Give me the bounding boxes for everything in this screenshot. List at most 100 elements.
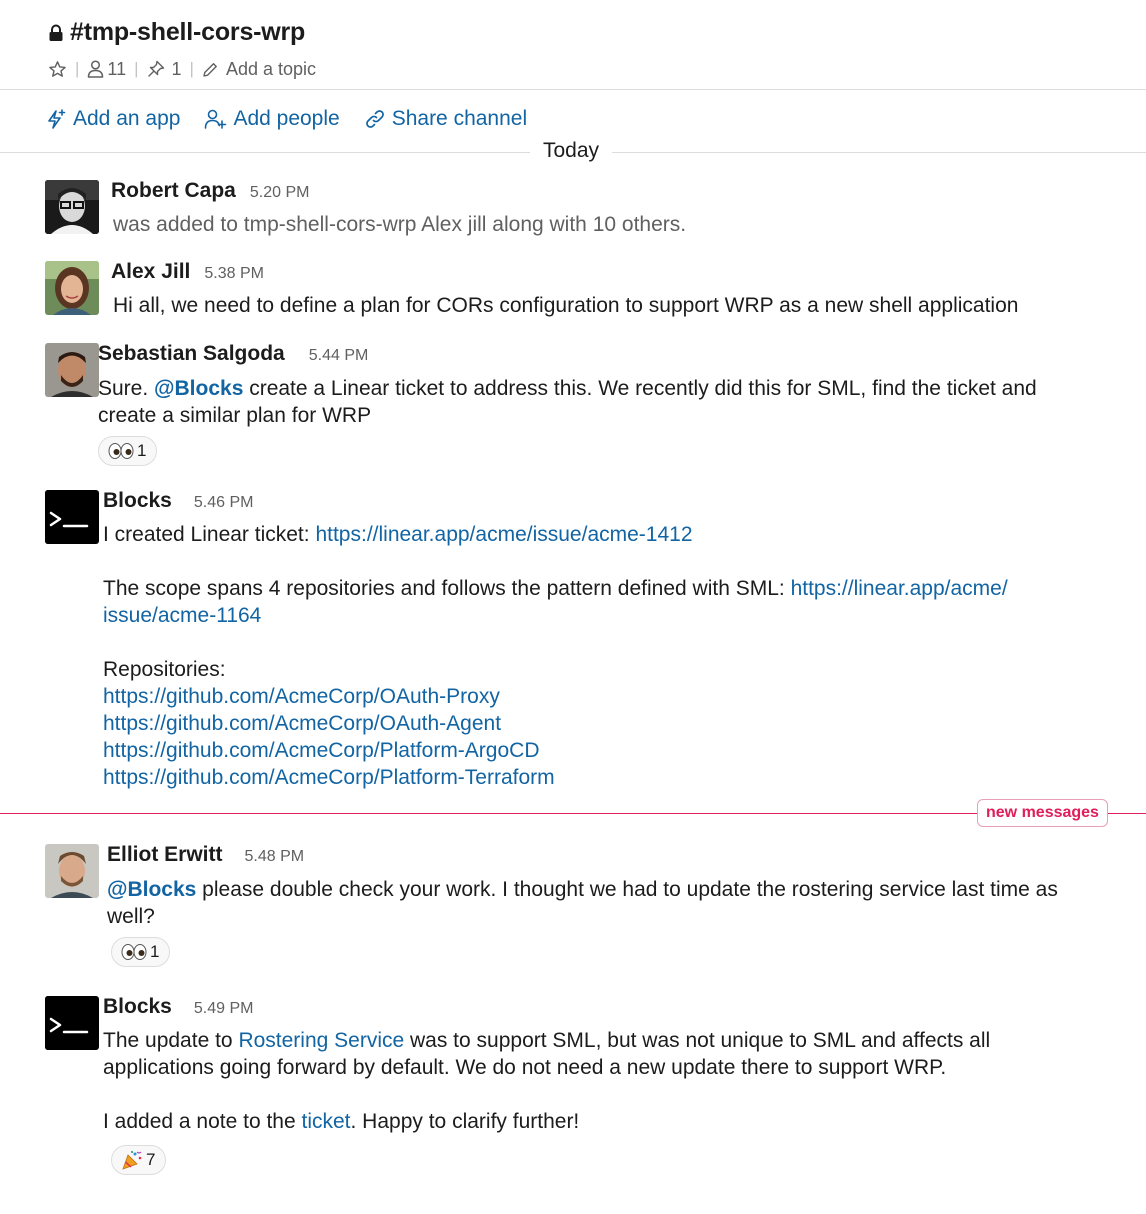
meta-separator: | (134, 59, 139, 78)
pin-icon (147, 60, 164, 77)
message-text: was added to tmp-shell-cors-wrp Alex jil… (113, 213, 687, 236)
message-author[interactable]: Blocks (103, 995, 172, 1019)
link-icon (365, 110, 384, 128)
new-messages-badge[interactable]: new messages (977, 799, 1108, 827)
channel-header: #tmp-shell-cors-wrp | 11 | 1 | Add a top… (0, 0, 1146, 90)
day-divider-label[interactable]: Today (530, 139, 613, 163)
message-timestamp[interactable]: 5.48 PM (245, 848, 305, 866)
avatar-alex-jill-image (45, 261, 99, 315)
mention-blocks[interactable]: @Blocks (107, 878, 196, 901)
repo-link[interactable]: https://github.com/AcmeCorp/Platform-Arg… (103, 737, 1093, 764)
meta-separator: | (189, 59, 194, 78)
avatar-robert-capa-image (45, 180, 99, 234)
add-app-label: Add an app (73, 107, 181, 130)
new-messages-divider (0, 813, 1146, 814)
avatar[interactable] (45, 261, 99, 315)
mention-blocks[interactable]: @Blocks (154, 377, 243, 400)
lock-icon (49, 24, 63, 41)
message-timestamp[interactable]: 5.46 PM (194, 494, 254, 512)
message-timestamp[interactable]: 5.44 PM (309, 347, 369, 365)
message-text-segment: please double check your work. I thought… (107, 878, 1058, 928)
add-topic-label: Add a topic (225, 58, 317, 79)
repo-link[interactable]: https://github.com/AcmeCorp/OAuth-Agent (103, 710, 1093, 737)
avatar[interactable] (45, 180, 99, 234)
message-paragraph: The scope spans 4 repositories and follo… (103, 575, 1093, 629)
pins-count: 1 (171, 58, 182, 79)
message-paragraph: The update to Rostering Service was to s… (103, 1027, 1093, 1081)
avatar-elliot-erwitt-image (45, 844, 99, 898)
share-channel-label: Share channel (391, 107, 528, 130)
repo-link[interactable]: https://github.com/AcmeCorp/OAuth-Proxy (103, 683, 1093, 710)
message-timestamp[interactable]: 5.38 PM (204, 265, 264, 283)
avatar[interactable] (45, 490, 99, 544)
eyes-emoji (108, 442, 134, 460)
reaction-pill[interactable]: 1 (98, 436, 158, 466)
repo-link[interactable]: https://github.com/AcmeCorp/Platform-Ter… (103, 764, 1093, 791)
message-paragraph: I created Linear ticket: https://linear.… (103, 521, 1093, 548)
reaction-pill[interactable]: 1 (111, 937, 171, 967)
message-text-segment: I created Linear ticket: (103, 523, 316, 546)
add-person-icon (205, 109, 227, 129)
avatar[interactable] (45, 844, 99, 898)
message-text-segment: I added a note to the (103, 1110, 302, 1133)
star-button[interactable] (48, 60, 67, 79)
message-header: Sebastian Salgoda 5.44 PM (98, 342, 368, 366)
channel-meta-row: | 11 | 1 | Add a topic (48, 57, 316, 81)
reaction-count: 1 (137, 441, 147, 460)
message-header: Blocks 5.46 PM (103, 489, 253, 513)
repositories-label: Repositories: (103, 658, 226, 681)
members-count: 11 (107, 58, 127, 79)
message-author[interactable]: Elliot Erwitt (107, 843, 223, 867)
message-text-segment: The scope spans 4 repositories and follo… (103, 577, 791, 600)
members-button[interactable]: 11 (87, 59, 126, 80)
message-text: The update to Rostering Service was to s… (103, 1027, 1093, 1135)
message-header: Alex Jill 5.38 PM (111, 260, 264, 284)
channel-name[interactable]: #tmp-shell-cors-wrp (70, 18, 305, 47)
reaction-pill[interactable]: 7 (111, 1145, 167, 1175)
add-app-button[interactable]: Add an app (45, 107, 180, 131)
star-icon (49, 60, 66, 77)
channel-title-row: #tmp-shell-cors-wrp (48, 18, 305, 47)
reaction-count: 7 (146, 1150, 156, 1169)
message-paragraph: I added a note to the ticket. Happy to c… (103, 1108, 1093, 1135)
terminal-icon (45, 490, 91, 544)
avatar[interactable] (45, 996, 99, 1050)
message-text: Hi all, we need to define a plan for COR… (113, 294, 1019, 317)
linear-ticket-link[interactable]: https://linear.app/acme/issue/acme-1412 (315, 523, 692, 546)
avatar[interactable] (45, 343, 99, 397)
share-channel-button[interactable]: Share channel (364, 107, 527, 131)
message-author[interactable]: Blocks (103, 489, 172, 513)
message-author[interactable]: Sebastian Salgoda (98, 342, 285, 366)
message-text: Sure. @Blocks create a Linear ticket to … (98, 375, 1098, 429)
message-text: @Blocks please double check your work. I… (107, 876, 1097, 930)
lightning-plus-icon (48, 109, 66, 129)
message-header: Robert Capa 5.20 PM (111, 179, 309, 203)
message-text-segment: The update to (103, 1029, 239, 1052)
sml-ticket-link[interactable]: issue/acme-1164 (103, 604, 261, 627)
rostering-service-link[interactable]: Rostering Service (238, 1029, 404, 1052)
party-popper-emoji (121, 1150, 143, 1170)
add-topic-button[interactable]: Add a topic (202, 59, 316, 80)
message-text: I created Linear ticket: https://linear.… (103, 521, 1093, 791)
message-header: Elliot Erwitt 5.48 PM (107, 843, 304, 867)
message-timestamp[interactable]: 5.20 PM (250, 184, 310, 202)
ticket-link[interactable]: ticket (302, 1110, 351, 1133)
message-text-segment: Sure. (98, 377, 155, 400)
reaction-count: 1 (150, 942, 160, 961)
message-author[interactable]: Robert Capa (111, 179, 236, 203)
sml-ticket-link[interactable]: https://linear.app/acme/ (791, 577, 1008, 600)
message-timestamp[interactable]: 5.49 PM (194, 1000, 254, 1018)
channel-actions-bar: Add an app Add people Share channel (45, 104, 551, 134)
meta-separator: | (75, 59, 80, 78)
message-header: Blocks 5.49 PM (103, 995, 253, 1019)
person-icon (88, 60, 104, 78)
pencil-icon (203, 62, 217, 77)
add-people-label: Add people (233, 107, 340, 130)
add-people-button[interactable]: Add people (204, 107, 340, 131)
terminal-icon (45, 996, 91, 1050)
message-author[interactable]: Alex Jill (111, 260, 190, 284)
pins-button[interactable]: 1 (147, 59, 182, 80)
